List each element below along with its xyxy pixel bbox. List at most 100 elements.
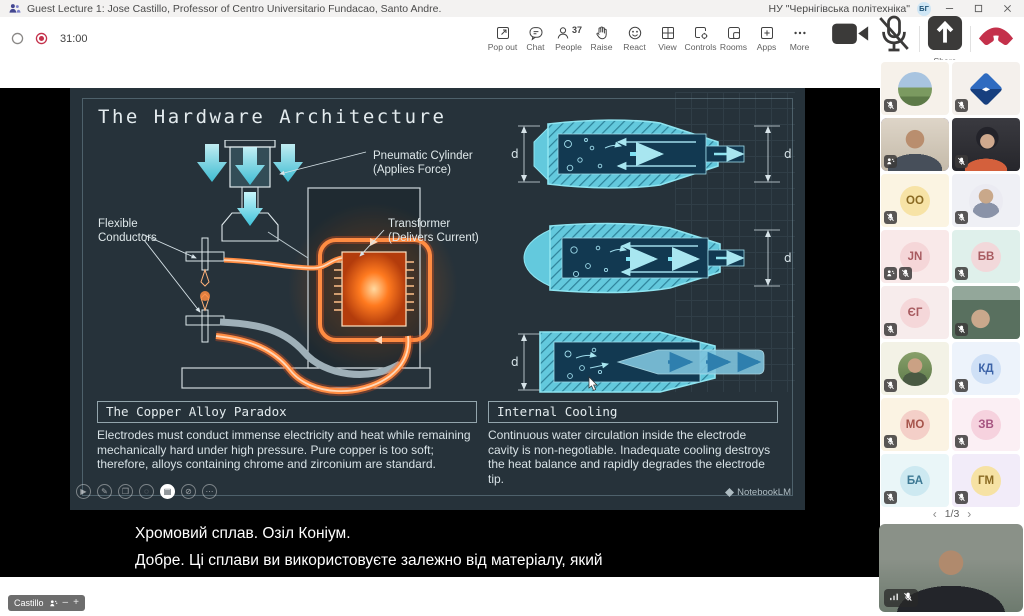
avatar: ◂▸: [969, 72, 1003, 106]
raise-hand-icon: [594, 25, 610, 41]
mic-off-icon: [903, 589, 913, 607]
participant-tile-ЗВ[interactable]: ЗВ: [952, 398, 1020, 451]
toolbar-chat-button[interactable]: Chat: [519, 19, 552, 59]
zoom-in-button[interactable]: +: [73, 598, 79, 608]
participant-tile[interactable]: ◂▸: [952, 62, 1020, 115]
participant-initials: ГМ: [971, 466, 1001, 496]
internal-cooling-title: Internal Cooling: [488, 401, 778, 423]
tile-badges: [955, 379, 968, 392]
toolbar-more-button[interactable]: More: [783, 19, 816, 59]
more-button[interactable]: ⋯: [202, 484, 217, 499]
participant-tile-ГМ[interactable]: ГМ: [952, 454, 1020, 507]
tile-badges: [955, 211, 968, 224]
meeting-people-icon: [8, 2, 21, 15]
toolbar-button-label: More: [790, 42, 810, 52]
toolbar-rooms-button[interactable]: Rooms: [717, 19, 750, 59]
participant-tile[interactable]: [881, 342, 949, 395]
avatar: [969, 184, 1003, 218]
share-icon: [923, 11, 967, 55]
presenter-zoom-pill: Castillo – +: [8, 595, 85, 611]
tile-badges: [955, 99, 968, 112]
toolbar-react-button[interactable]: React: [618, 19, 651, 59]
dimension-label: d: [784, 251, 792, 265]
participant-initials: OO: [900, 186, 930, 216]
toolbar-button-label: Apps: [757, 42, 777, 52]
toolbar-camera-button[interactable]: Camera: [828, 19, 872, 59]
participant-initials: ЗВ: [971, 410, 1001, 440]
tile-badges: [955, 491, 968, 504]
rooms-icon: [726, 25, 742, 41]
zoom-out-button[interactable]: –: [63, 598, 69, 608]
participant-initials: ЄГ: [900, 298, 930, 328]
mic-off-icon: [955, 155, 968, 168]
participant-tile-КД[interactable]: КД: [952, 342, 1020, 395]
participant-tile[interactable]: [952, 174, 1020, 227]
local-tile-badges: [884, 589, 918, 607]
participant-tile[interactable]: [952, 286, 1020, 339]
blueprint-grid-decoration: [675, 92, 795, 392]
tile-badges: [884, 267, 912, 280]
avatar: [898, 72, 932, 106]
participant-tile-БВ[interactable]: БВ: [952, 230, 1020, 283]
participant-initials: МО: [900, 410, 930, 440]
toolbar-leave-button[interactable]: Leave: [974, 19, 1018, 59]
teams-meeting-window: Guest Lecture 1: Jose Castillo, Professo…: [0, 0, 1024, 616]
copy-button[interactable]: ❐: [118, 484, 133, 499]
toolbar-people-button[interactable]: 37People: [552, 19, 585, 59]
pager-next-button[interactable]: ›: [967, 507, 971, 521]
mic-off-icon: [884, 323, 897, 336]
participant-initials: БВ: [971, 242, 1001, 272]
participant-tile[interactable]: [881, 62, 949, 115]
toolbar-share-button[interactable]: Share: [923, 19, 967, 59]
mic-off-icon: [955, 267, 968, 280]
toolbar-separator: [919, 26, 920, 52]
participant-tile-JN[interactable]: JN: [881, 230, 949, 283]
presenter-icon: [49, 599, 58, 608]
participant-grid: ◂▸ OO JN БВ ЄГ КД МО ЗВ БА ГМ: [881, 62, 1020, 507]
participant-tile-ЄГ[interactable]: ЄГ: [881, 286, 949, 339]
notebooklm-logo-icon: [725, 488, 734, 497]
participant-tile-OO[interactable]: OO: [881, 174, 949, 227]
play-button[interactable]: ▶: [76, 484, 91, 499]
mic-off-icon: [884, 491, 897, 504]
zoom-button[interactable]: ◌: [139, 484, 154, 499]
participant-tile-БА[interactable]: БА: [881, 454, 949, 507]
toolbar-raise-button[interactable]: Raise: [585, 19, 618, 59]
tile-badges: [884, 155, 897, 168]
meeting-timer: 31:00: [60, 33, 88, 45]
toolbar-mic-button[interactable]: Mic: [872, 19, 916, 59]
toolbar-pop-out-button[interactable]: Pop out: [486, 19, 519, 59]
chat-icon: [528, 25, 544, 41]
react-icon: [627, 25, 643, 41]
toolbar-apps-button[interactable]: Apps: [750, 19, 783, 59]
pager-prev-button[interactable]: ‹: [933, 507, 937, 521]
copper-alloy-title: The Copper Alloy Paradox: [97, 401, 477, 423]
toolbar-button-label: Controls: [685, 42, 717, 52]
notebooklm-brand: NotebookLM: [725, 487, 791, 498]
notes-button[interactable]: ▤: [160, 484, 175, 499]
local-video-tile[interactable]: [879, 524, 1023, 612]
mic-off-icon: [884, 211, 897, 224]
stage-bottom-strip: Castillo – +: [0, 577, 880, 616]
toolbar-controls-button[interactable]: Controls: [684, 19, 717, 59]
view-icon: [660, 25, 676, 41]
mic-off-icon: [955, 491, 968, 504]
people-icon: [555, 25, 571, 41]
meeting-title: Guest Lecture 1: Jose Castillo, Professo…: [27, 3, 769, 15]
mute-button[interactable]: ⊘: [181, 484, 196, 499]
internal-cooling-box: Internal Cooling Continuous water circul…: [488, 401, 778, 487]
participant-tile[interactable]: [952, 118, 1020, 171]
slide-title: The Hardware Architecture: [98, 106, 446, 128]
tile-badges: [884, 323, 897, 336]
welding-machine-diagram: [120, 140, 460, 400]
toolbar-device-group: CameraMicShareLeave: [828, 17, 1018, 60]
edit-button[interactable]: ✎: [97, 484, 112, 499]
mic-off-icon: [955, 211, 968, 224]
mic-off-icon: [899, 267, 912, 280]
participant-tile[interactable]: [881, 118, 949, 171]
meeting-toolbar: 31:00 Pop outChat37PeopleRaiseReactViewC…: [0, 17, 1024, 61]
presentation-slide: The Hardware Architecture: [70, 88, 805, 510]
participant-tile-МО[interactable]: МО: [881, 398, 949, 451]
toolbar-view-button[interactable]: View: [651, 19, 684, 59]
mic-off-icon: [955, 99, 968, 112]
